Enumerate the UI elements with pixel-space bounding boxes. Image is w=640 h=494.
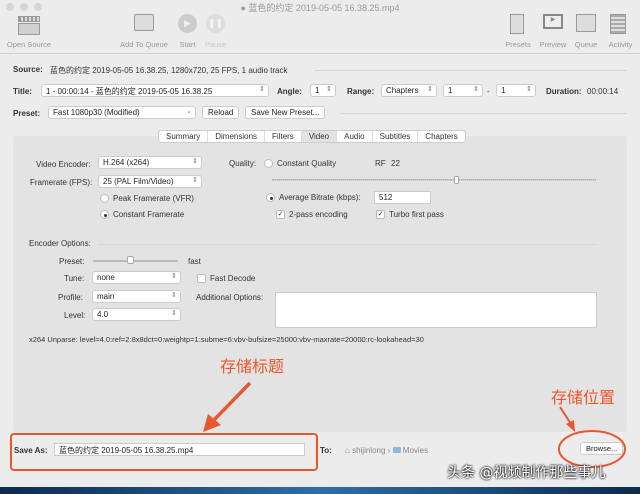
arrow-title-line xyxy=(210,381,252,424)
arrow-location-line xyxy=(559,406,572,425)
desktop-strip xyxy=(0,487,640,494)
annotation-overlay xyxy=(10,381,626,471)
arrow-location-head xyxy=(566,420,575,432)
watermark: 头条 @视频制作那些事儿 xyxy=(447,465,606,481)
save-as-highlight-box xyxy=(10,433,318,471)
